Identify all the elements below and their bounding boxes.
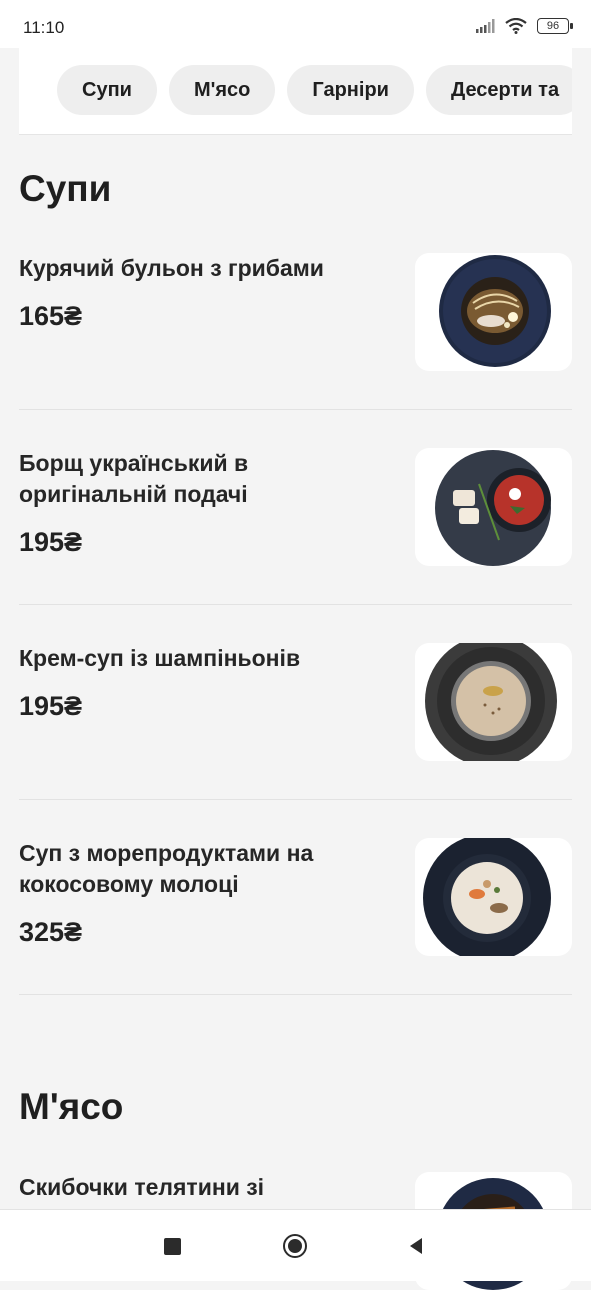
item-price: 195₴ <box>19 527 83 557</box>
item-image[interactable] <box>415 643 572 761</box>
item-image[interactable] <box>415 448 572 566</box>
item-name: Крем-суп із шампіньонів <box>19 645 301 671</box>
divider <box>19 604 572 605</box>
status-time: 11:10 <box>23 18 65 37</box>
item-name: Суп з морепродуктами на кокосовому молоц… <box>19 840 314 897</box>
battery-icon: 96 <box>537 18 573 34</box>
item-image[interactable] <box>415 253 572 371</box>
menu-item[interactable]: Курячий бульон з грибами 165₴ <box>19 253 572 371</box>
item-name: Борщ український в оригінальній подачі <box>19 450 249 507</box>
divider <box>19 994 572 995</box>
back-icon[interactable] <box>404 1234 428 1258</box>
item-name: Скибочки телятини зі <box>19 1174 265 1200</box>
tab-desserts[interactable]: Десерти та <box>425 65 572 115</box>
status-icons: 96 <box>475 18 573 34</box>
item-price: 165₴ <box>19 301 83 331</box>
status-bar: 11:10 96 <box>0 0 591 48</box>
home-icon[interactable] <box>283 1234 307 1258</box>
category-tabs: Супи М'ясо Гарніри Десерти та <box>19 48 572 135</box>
item-image[interactable] <box>415 838 572 956</box>
wifi-icon <box>505 18 527 34</box>
menu-item[interactable]: Борщ український в оригінальній подачі 1… <box>19 448 572 566</box>
divider <box>19 409 572 410</box>
section-title-soups: Супи <box>19 168 112 209</box>
item-price: 195₴ <box>19 691 83 721</box>
tab-soups[interactable]: Супи <box>57 65 157 115</box>
menu-item[interactable]: Суп з морепродуктами на кокосовому молоц… <box>19 838 572 956</box>
tab-sides[interactable]: Гарніри <box>287 65 414 115</box>
divider <box>19 799 572 800</box>
tab-meat[interactable]: М'ясо <box>168 65 276 115</box>
item-name: Курячий бульон з грибами <box>19 255 324 281</box>
recent-apps-icon[interactable] <box>160 1234 184 1258</box>
signal-icon <box>476 19 495 33</box>
section-title-meat: М'ясо <box>19 1086 124 1127</box>
menu-item[interactable]: Крем-суп із шампіньонів 195₴ <box>19 643 572 761</box>
system-nav-bar <box>0 1209 591 1281</box>
item-price: 325₴ <box>19 917 83 947</box>
